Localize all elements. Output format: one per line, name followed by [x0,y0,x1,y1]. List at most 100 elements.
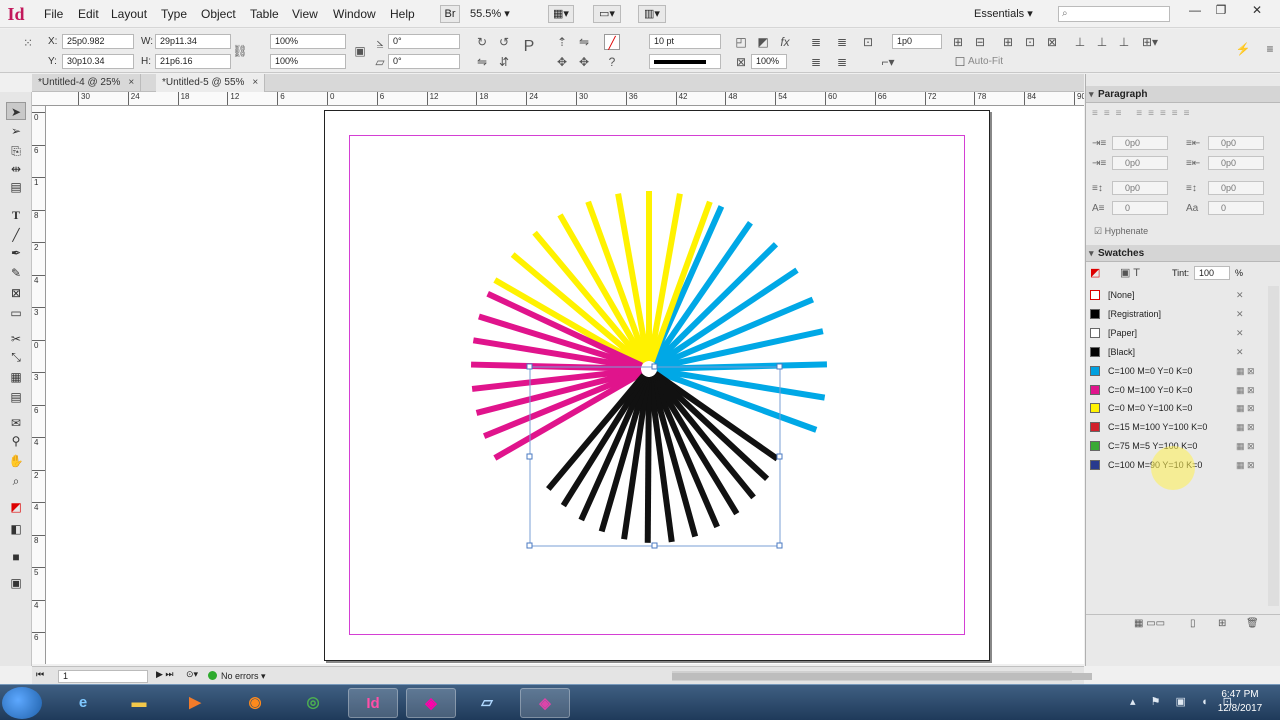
flip-horizontal-icon[interactable]: ⇋ [474,54,490,70]
panel-menu-icon[interactable]: ≡ [1262,41,1278,57]
swatch-row[interactable]: [Paper] ✕ [1088,324,1264,342]
offset-field[interactable]: 1p0 [892,34,942,49]
page-tool-icon[interactable]: ⎘ [6,142,26,160]
scroll-thumb[interactable] [672,673,1092,680]
constrain-proportions-icon[interactable]: ⛓ [232,43,248,59]
fill-stroke-swatch-icon[interactable]: ◩ [1090,266,1100,279]
swatch-row[interactable]: [Black] ✕ [1088,343,1264,361]
align-middle-icon[interactable]: ⊥ [1094,34,1110,50]
drop-shadow-icon[interactable]: ◩ [755,34,771,50]
zoom-tool-icon[interactable]: ⌕ [6,472,26,490]
free-transform-tool-icon[interactable]: ⤡ [6,348,26,366]
swatch-row[interactable]: C=15 M=100 Y=100 K=0 ▦ ⊠ [1088,418,1264,436]
drop-cap-lines-field[interactable]: 0 [1112,201,1168,215]
y-position-field[interactable]: 30p10.34 [62,54,134,69]
menu-view[interactable]: View [292,7,318,21]
menu-object[interactable]: Object [201,7,236,21]
quick-apply-icon[interactable]: ⚡ [1235,41,1251,57]
distribute-spacing-icon[interactable]: ≣ [834,54,850,70]
select-previous-icon[interactable]: ✥ [554,54,570,70]
first-line-indent-field[interactable]: 0p0 [1112,156,1168,170]
fit-frame-icon[interactable]: ⊞ [950,34,966,50]
tab-untitled-4[interactable]: *Untitled-4 @ 25% × [32,74,142,92]
select-next-icon[interactable]: ✥ [576,54,592,70]
chrome-icon[interactable]: ◎ [288,688,338,718]
restore-icon[interactable]: ❐ [1210,2,1232,18]
gradient-swatch-tool-icon[interactable]: ▦ [6,368,26,386]
gap-tool-icon[interactable]: ⇹ [6,160,26,178]
menu-edit[interactable]: Edit [78,7,99,21]
hand-tool-icon[interactable]: ✋ [6,452,26,470]
frame-scale-field[interactable]: 100% [751,54,787,69]
height-field[interactable]: 21p6.16 [155,54,231,69]
note-tool-icon[interactable]: ✉ [6,414,26,432]
firefox-icon[interactable]: ◉ [230,688,280,718]
starburst-artwork[interactable] [46,106,1084,664]
zoom-level-select[interactable]: 55.5% ▾ [470,7,510,20]
reference-point-icon[interactable]: ⁙ [20,35,36,51]
tint-field[interactable]: 100 [1194,266,1230,280]
fill-stroke-icon[interactable]: ◩ [6,498,26,516]
swatch-row[interactable]: C=0 M=0 Y=100 K=0 ▦ ⊠ [1088,399,1264,417]
close-tab-icon[interactable]: × [252,77,258,88]
rectangle-tool-icon[interactable]: ▭ [6,304,26,322]
align-bottom-icon[interactable]: ⊥ [1116,34,1132,50]
internet-explorer-icon[interactable]: e [58,688,108,718]
drop-cap-chars-field[interactable]: 0 [1208,201,1264,215]
start-button[interactable] [2,687,42,719]
minimize-icon[interactable]: — [1184,2,1206,18]
media-player-icon[interactable]: ▶ [170,688,220,718]
width-field[interactable]: 29p11.34 [155,34,231,49]
autofit-checkbox[interactable]: ☐ [952,54,968,70]
x-position-field[interactable]: 25p0.982 [62,34,134,49]
workspace-switcher[interactable]: Essentials ▾ [974,7,1033,20]
align-top-icon[interactable]: ⊥ [1072,34,1088,50]
screen-mode-tool-icon[interactable]: ▣ [6,574,26,592]
first-page-icon[interactable]: ⏮ [36,669,44,680]
rotation-field[interactable]: 0° [388,34,460,49]
horizontal-scrollbar[interactable] [672,671,1092,681]
pasteboard[interactable] [46,106,1084,664]
show-all-swatches-icon[interactable]: ▦ ▭▭ [1134,618,1165,629]
camera-app-icon[interactable]: ◈ [520,688,570,718]
rotate-cw-icon[interactable]: ↻ [474,34,490,50]
pencil-tool-icon[interactable]: ✎ [6,264,26,282]
gradient-feather-tool-icon[interactable]: ▤ [6,388,26,406]
bridge-button[interactable]: Br [440,5,460,23]
select-container-icon[interactable]: ⇡ [554,34,570,50]
hyphenate-checkbox[interactable]: ☑ Hyphenate [1094,226,1148,237]
space-before-field[interactable]: 0p0 [1112,181,1168,195]
swatches-panel-header[interactable]: Swatches [1086,245,1280,262]
next-page-icon[interactable]: ▶ ⏭ [156,669,174,680]
swatch-scrollbar[interactable] [1268,286,1279,606]
rectangle-frame-tool-icon[interactable]: ⊠ [6,284,26,302]
eyedropper-tool-icon[interactable]: ⚲ [6,432,26,450]
flip-vertical-icon[interactable]: ⇵ [496,54,512,70]
center-content-icon[interactable]: ⊡ [1022,34,1038,50]
type-on-path-icon[interactable]: P [521,39,537,55]
swatch-row[interactable]: C=0 M=100 Y=0 K=0 ▦ ⊠ [1088,381,1264,399]
last-line-indent-field[interactable]: 0p0 [1208,156,1264,170]
line-tool-icon[interactable]: ╱ [6,226,26,244]
stroke-weight-field[interactable]: 10 pt [649,34,721,49]
content-collector-icon[interactable]: ▤ [6,178,26,196]
stroke-icon[interactable]: ? [604,54,620,70]
formatting-affects-icon[interactable]: ◧ [6,520,26,538]
fill-none-icon[interactable]: ╱ [604,34,620,50]
swatch-row[interactable]: [None] ✕ [1088,286,1264,304]
menu-table[interactable]: Table [250,7,279,21]
menu-file[interactable]: File [44,7,63,21]
menu-help[interactable]: Help [390,7,415,21]
new-color-group-icon[interactable]: ▯ [1190,618,1196,629]
new-swatch-icon[interactable]: ⊞ [1218,618,1226,629]
close-icon[interactable]: ✕ [1246,2,1268,18]
selection-tool-icon[interactable]: ➤ [6,102,26,120]
text-wrap-icon[interactable]: ◰ [733,34,749,50]
scale-y-field[interactable]: 100% [270,54,346,69]
preflight-status[interactable]: No errors ▾ [208,670,266,682]
scale-x-field[interactable]: 100% [270,34,346,49]
distribute-icon[interactable]: ≣ [834,34,850,50]
effects-icon[interactable]: fx [777,34,793,50]
paragraph-panel-header[interactable]: Paragraph [1086,86,1280,103]
scissors-tool-icon[interactable]: ✂ [6,330,26,348]
